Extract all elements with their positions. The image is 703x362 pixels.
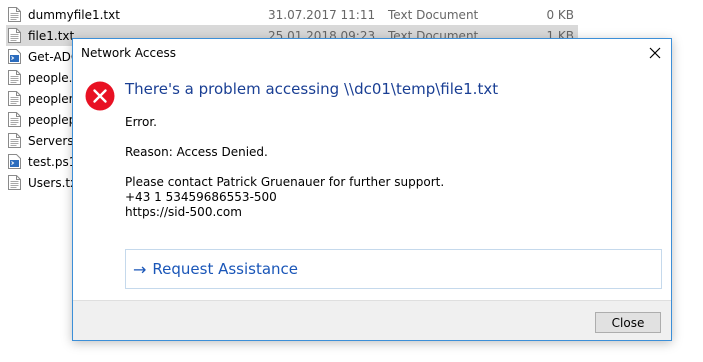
dialog-titlebar[interactable]: Network Access	[73, 39, 671, 67]
text-file-icon	[8, 112, 21, 127]
dialog-title: Network Access	[81, 46, 176, 60]
contact-text: Please contact Patrick Gruenauer for fur…	[125, 175, 445, 189]
text-file-icon	[8, 91, 21, 106]
error-text: Error.	[125, 115, 157, 129]
url-text: https://sid-500.com	[125, 205, 242, 219]
file-date: 31.07.2017 11:11	[268, 7, 376, 22]
error-icon	[85, 81, 115, 111]
powershell-script-icon	[8, 154, 21, 169]
text-file-icon	[8, 28, 21, 43]
main-instruction: There's a problem accessing \\dc01\temp\…	[125, 80, 499, 98]
reason-text: Reason: Access Denied.	[125, 145, 268, 159]
close-icon[interactable]	[645, 43, 665, 63]
text-file-icon	[8, 175, 21, 190]
arrow-right-icon: →	[133, 259, 147, 279]
dialog-footer: Close	[73, 300, 671, 340]
close-button[interactable]: Close	[595, 312, 661, 333]
request-assistance-button[interactable]: → Request Assistance	[125, 249, 662, 289]
file-type: Text Document	[388, 7, 479, 22]
phone-text: +43 1 53459686553-500	[125, 190, 277, 204]
file-size: 0 KB	[546, 7, 574, 22]
text-file-icon	[8, 133, 21, 148]
network-access-dialog: Network Access There's a problem accessi…	[72, 38, 672, 341]
text-file-icon	[8, 7, 21, 22]
powershell-script-icon	[8, 49, 21, 64]
request-assistance-label: Request Assistance	[152, 260, 299, 278]
file-name: dummyfile1.txt	[28, 7, 120, 22]
text-file-icon	[8, 70, 21, 85]
file-row[interactable]: dummyfile1.txt 31.07.2017 11:11 Text Doc…	[6, 4, 578, 25]
